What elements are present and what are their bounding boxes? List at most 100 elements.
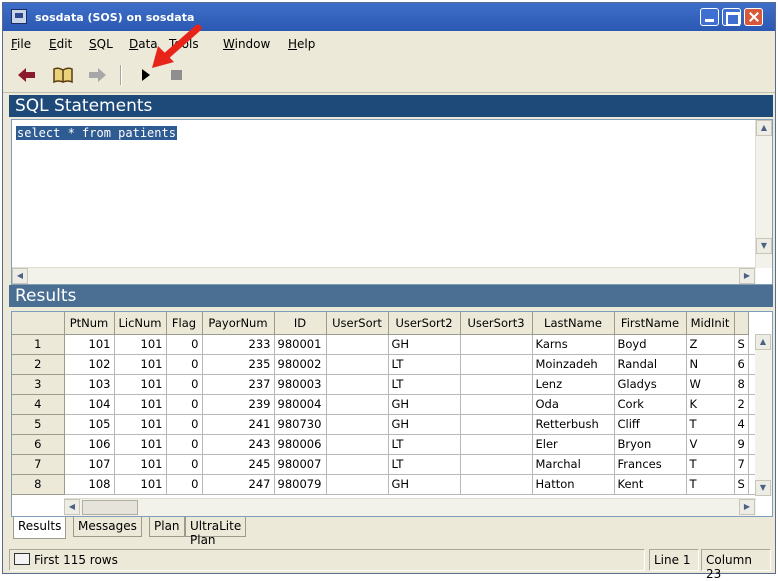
column-header[interactable]: Flag — [166, 312, 203, 335]
scrollbar-thumb[interactable] — [82, 500, 138, 515]
table-cell[interactable]: T — [686, 454, 735, 475]
table-cell[interactable]: 101 — [114, 334, 167, 355]
table-cell[interactable]: 237 — [202, 374, 275, 395]
row-number[interactable]: 8 — [12, 474, 65, 495]
table-cell[interactable] — [326, 394, 389, 415]
table-cell[interactable]: Hatton — [532, 474, 615, 495]
menu-help[interactable]: Help — [288, 37, 315, 51]
column-header[interactable]: UserSort2 — [388, 312, 461, 335]
table-cell[interactable]: Frances — [614, 454, 687, 475]
scroll-up-icon[interactable]: ▲ — [755, 334, 771, 350]
results-grid[interactable]: PtNum LicNum Flag PayorNum ID UserSort U… — [11, 311, 773, 517]
table-cell[interactable]: 4 — [734, 414, 749, 435]
table-cell[interactable]: 980730 — [274, 414, 327, 435]
table-cell[interactable]: V — [686, 434, 735, 455]
row-number[interactable]: 2 — [12, 354, 65, 375]
table-row[interactable]: 2 102 101 0 235 980002 LT Moinzadeh Randal N 6 — [12, 354, 756, 375]
table-row[interactable]: 1 101 101 0 233 980001 GH Karns Boyd Z S — [12, 334, 756, 355]
table-cell[interactable]: 0 — [166, 334, 203, 355]
title-bar[interactable]: sosdata (SOS) on sosdata — [3, 3, 775, 31]
row-number[interactable]: 1 — [12, 334, 65, 355]
table-cell[interactable]: Lenz — [532, 374, 615, 395]
table-cell[interactable]: 235 — [202, 354, 275, 375]
table-cell[interactable]: 980006 — [274, 434, 327, 455]
table-cell[interactable]: S — [734, 474, 749, 495]
column-header[interactable] — [734, 312, 749, 335]
row-number[interactable]: 4 — [12, 394, 65, 415]
table-cell[interactable]: 980007 — [274, 454, 327, 475]
table-cell[interactable]: 980079 — [274, 474, 327, 495]
table-cell[interactable] — [326, 334, 389, 355]
table-cell[interactable]: 243 — [202, 434, 275, 455]
table-cell[interactable]: 0 — [166, 454, 203, 475]
back-arrow-icon[interactable] — [15, 63, 39, 87]
tab-messages[interactable]: Messages — [73, 517, 142, 537]
row-number[interactable]: 7 — [12, 454, 65, 475]
table-cell[interactable]: Cork — [614, 394, 687, 415]
maximize-button[interactable] — [722, 8, 741, 26]
table-cell[interactable]: Bryon — [614, 434, 687, 455]
column-header[interactable]: UserSort — [326, 312, 389, 335]
table-cell[interactable]: 241 — [202, 414, 275, 435]
row-number[interactable]: 5 — [12, 414, 65, 435]
table-cell[interactable]: 247 — [202, 474, 275, 495]
table-cell[interactable] — [326, 434, 389, 455]
corner-cell[interactable] — [12, 312, 65, 335]
table-cell[interactable]: Eler — [532, 434, 615, 455]
sql-editor[interactable]: select * from patients ▲ ▼ ◀ ▶ — [11, 119, 773, 285]
scroll-left-icon[interactable]: ◀ — [12, 268, 28, 284]
table-row[interactable]: 6 106 101 0 243 980006 LT Eler Bryon V 9 — [12, 434, 756, 455]
table-cell[interactable]: 101 — [114, 374, 167, 395]
table-row[interactable]: 7 107 101 0 245 980007 LT Marchal Frances T 7 — [12, 454, 756, 475]
table-cell[interactable]: Cliff — [614, 414, 687, 435]
table-cell[interactable]: 0 — [166, 434, 203, 455]
table-cell[interactable]: T — [686, 474, 735, 495]
table-cell[interactable]: Randal — [614, 354, 687, 375]
scroll-up-icon[interactable]: ▲ — [756, 120, 772, 136]
row-number[interactable]: 6 — [12, 434, 65, 455]
table-cell[interactable] — [460, 474, 533, 495]
column-header[interactable]: LastName — [532, 312, 615, 335]
table-cell[interactable] — [460, 454, 533, 475]
row-number[interactable]: 3 — [12, 374, 65, 395]
table-cell[interactable]: 101 — [114, 454, 167, 475]
scroll-down-icon[interactable]: ▼ — [755, 480, 771, 496]
column-header[interactable]: FirstName — [614, 312, 687, 335]
table-cell[interactable] — [460, 414, 533, 435]
table-cell[interactable]: 106 — [64, 434, 115, 455]
table-cell[interactable]: 101 — [114, 414, 167, 435]
tab-results[interactable]: Results — [13, 517, 67, 539]
table-cell[interactable]: 2 — [734, 394, 749, 415]
table-cell[interactable]: 102 — [64, 354, 115, 375]
table-cell[interactable]: 101 — [114, 394, 167, 415]
table-cell[interactable]: LT — [388, 434, 461, 455]
table-cell[interactable]: 233 — [202, 334, 275, 355]
forward-arrow-icon[interactable] — [85, 63, 109, 87]
table-cell[interactable]: N — [686, 354, 735, 375]
table-cell[interactable]: GH — [388, 474, 461, 495]
table-cell[interactable]: GH — [388, 334, 461, 355]
table-cell[interactable]: 105 — [64, 414, 115, 435]
scroll-right-icon[interactable]: ▶ — [739, 499, 755, 515]
table-cell[interactable]: 7 — [734, 454, 749, 475]
menu-sql[interactable]: SQL — [89, 37, 113, 51]
table-cell[interactable]: Moinzadeh — [532, 354, 615, 375]
scroll-left-icon[interactable]: ◀ — [64, 499, 80, 515]
table-cell[interactable]: Gladys — [614, 374, 687, 395]
table-cell[interactable] — [460, 374, 533, 395]
tab-ultralite-plan[interactable]: UltraLite Plan — [185, 517, 247, 547]
table-cell[interactable] — [460, 334, 533, 355]
column-header[interactable]: MidInit — [686, 312, 735, 335]
table-cell[interactable]: 101 — [114, 354, 167, 375]
table-row[interactable]: 3 103 101 0 237 980003 LT Lenz Gladys W 8 — [12, 374, 756, 395]
results-horizontal-scrollbar[interactable]: ◀ ▶ — [64, 498, 756, 516]
table-cell[interactable]: Oda — [532, 394, 615, 415]
table-cell[interactable]: 101 — [114, 434, 167, 455]
table-cell[interactable]: 0 — [166, 374, 203, 395]
column-header[interactable]: ID — [274, 312, 327, 335]
table-cell[interactable]: S — [734, 334, 749, 355]
table-cell[interactable] — [326, 454, 389, 475]
sql-vertical-scrollbar[interactable]: ▲ ▼ — [755, 120, 772, 268]
table-cell[interactable]: 0 — [166, 414, 203, 435]
minimize-button[interactable] — [700, 8, 719, 26]
